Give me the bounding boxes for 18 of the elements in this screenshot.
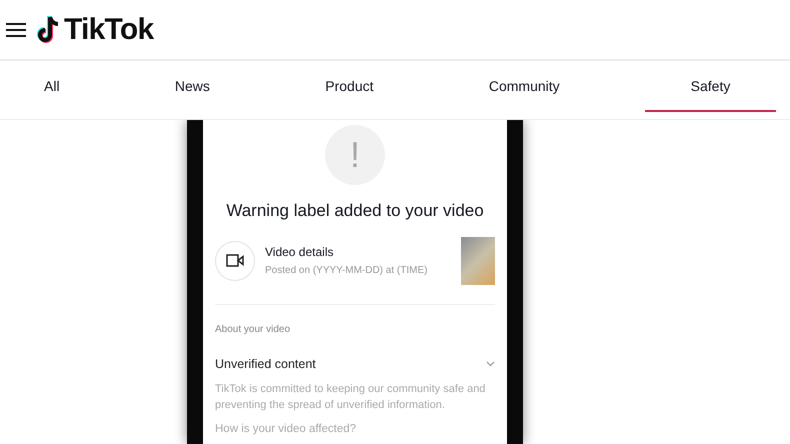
chevron-icon[interactable] bbox=[486, 360, 495, 367]
video-details-title: Video details bbox=[265, 244, 334, 261]
alert-icon: ! bbox=[325, 125, 385, 185]
nav-tab[interactable]: Product bbox=[295, 62, 404, 112]
dialog-title: Warning label added to your video bbox=[225, 200, 485, 222]
accordion-title[interactable]: Unverified content bbox=[215, 354, 316, 374]
posted-date: Posted on (YYYY-MM-DD) at (TIME) bbox=[265, 264, 428, 278]
accordion-body: TikTok is committed to keeping our community safe and preventing the spread of unverified information. bbox=[215, 382, 486, 414]
nav-tab[interactable]: News bbox=[144, 62, 240, 112]
logo-text: TikTok bbox=[64, 14, 154, 44]
menu-icon[interactable] bbox=[6, 22, 26, 38]
nav-tab[interactable]: Community bbox=[458, 62, 590, 112]
accordion-question: How is your video affected? bbox=[215, 422, 358, 438]
nav-tab[interactable]: Safety bbox=[645, 62, 776, 112]
photo-placeholder bbox=[461, 236, 495, 284]
section-label: About your video bbox=[215, 322, 292, 336]
nav-tab[interactable]: All bbox=[14, 62, 90, 112]
video-camera-icon bbox=[226, 254, 244, 267]
